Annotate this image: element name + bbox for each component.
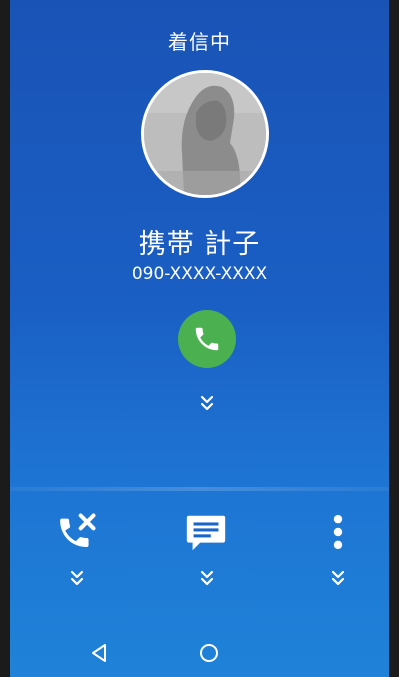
divider <box>10 487 389 491</box>
navigation-bar <box>10 628 389 677</box>
answer-call-button[interactable] <box>178 310 236 368</box>
avatar <box>141 70 269 198</box>
home-button[interactable] <box>194 638 224 668</box>
message-icon <box>186 515 226 551</box>
more-vert-icon <box>333 514 343 550</box>
reject-call-button[interactable] <box>47 510 107 560</box>
more-options-button[interactable] <box>308 510 368 560</box>
double-chevron-down-icon <box>328 570 348 586</box>
call-status-title: 着信中 <box>168 30 231 54</box>
message-button[interactable] <box>176 510 236 560</box>
home-circle-icon <box>200 644 218 662</box>
caller-number: 090-XXXX-XXXX <box>131 264 268 284</box>
caller-name: 携帯 計子 <box>138 229 261 260</box>
screen-edge-right <box>389 0 399 677</box>
double-chevron-down-icon <box>197 570 217 586</box>
incoming-call-screen: 着信中 携帯 計子 090-XXXX-XXXX <box>10 0 389 677</box>
double-chevron-down-icon <box>197 395 217 411</box>
phone-icon <box>195 327 219 351</box>
phone-reject-icon <box>60 513 96 548</box>
screen-edge-left <box>0 0 10 677</box>
back-button[interactable] <box>84 638 114 668</box>
double-chevron-down-icon <box>67 570 87 586</box>
back-triangle-icon <box>92 644 106 662</box>
